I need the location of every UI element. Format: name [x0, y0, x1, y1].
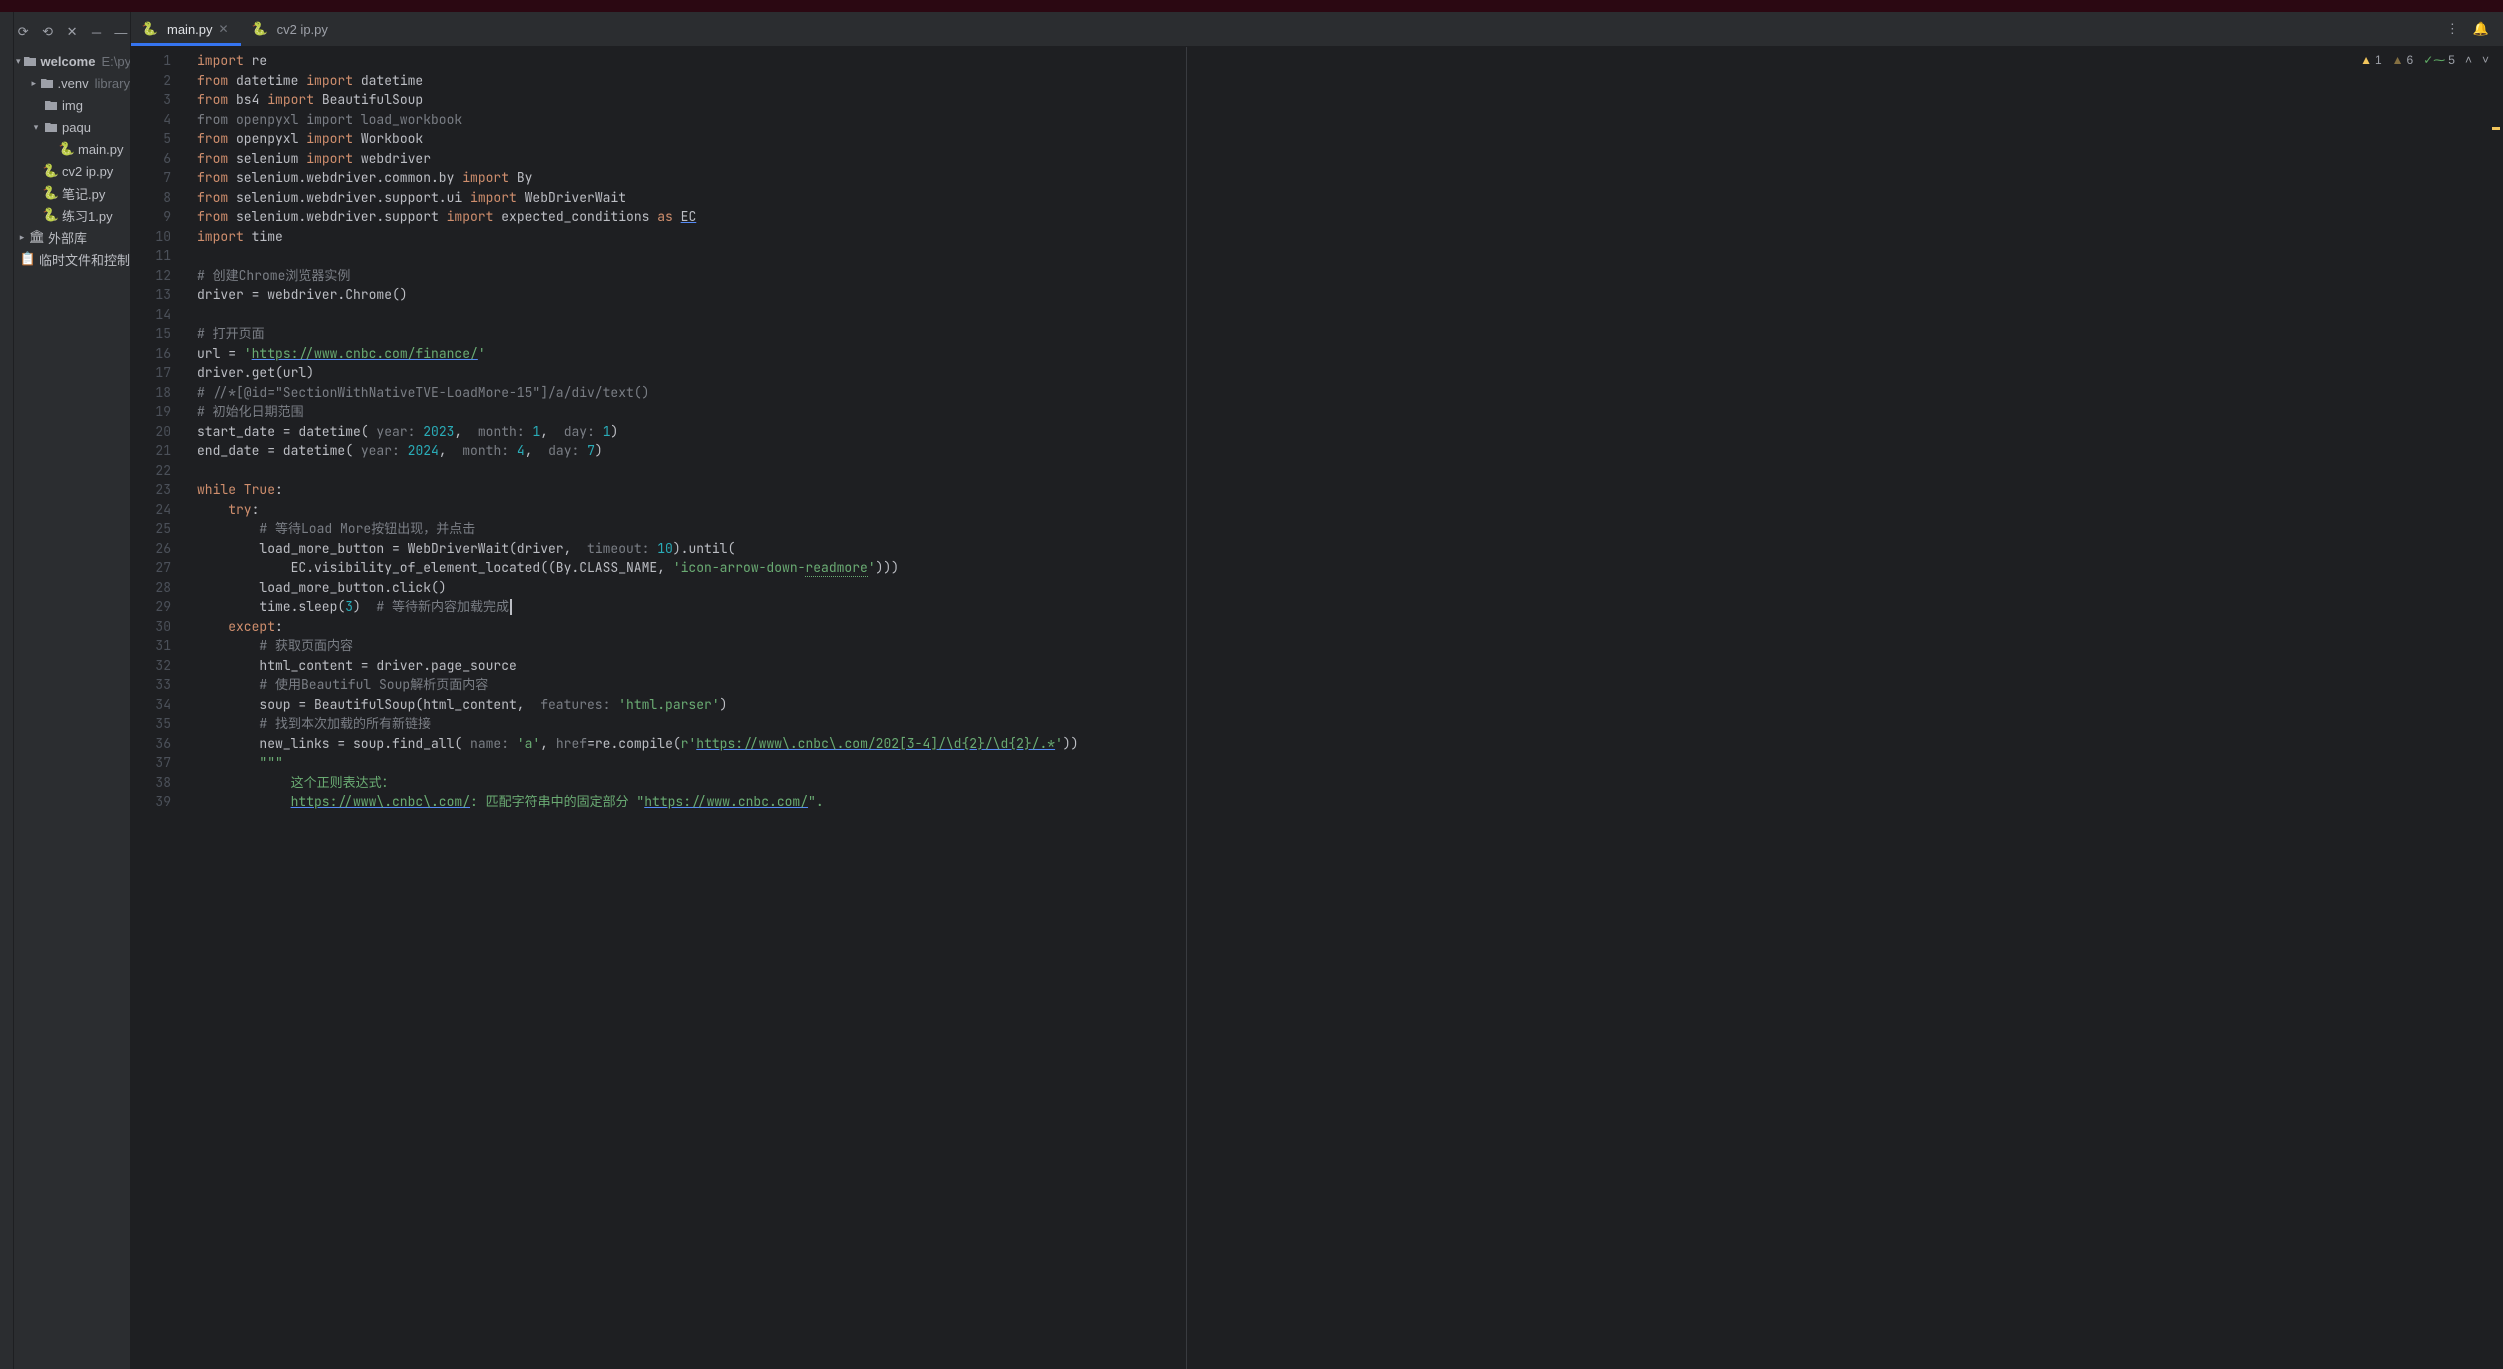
folder-icon: [40, 76, 54, 90]
chevron-up-icon[interactable]: ˄: [2465, 53, 2472, 67]
typo-count: 5: [2448, 53, 2455, 67]
minimize-icon[interactable]: —: [114, 24, 128, 40]
scratch-icon: 📋: [21, 252, 35, 266]
line-number-gutter: 1234567891011121314151617181920212223242…: [131, 47, 189, 1369]
chevron-right-icon[interactable]: ▸: [16, 231, 28, 243]
tree-paqu[interactable]: ▾ paqu: [14, 116, 130, 138]
tree-item-label: main.py: [78, 142, 124, 157]
python-file-icon: 🐍: [253, 22, 267, 36]
tree-cv2ip[interactable]: 🐍 cv2 ip.py: [14, 160, 130, 182]
sync-icon[interactable]: ⟳: [16, 24, 30, 40]
chevron-spacer: [30, 165, 42, 177]
library-icon: 🏛: [30, 230, 44, 244]
tree-item-label: 笔记.py: [62, 184, 105, 203]
tree-external-libs[interactable]: ▸ 🏛 外部库: [14, 226, 130, 248]
chevron-spacer: [30, 209, 42, 221]
python-file-icon: 🐍: [44, 208, 58, 222]
tree-notes[interactable]: 🐍 笔记.py: [14, 182, 130, 204]
tab-label: cv2 ip.py: [277, 22, 328, 37]
tree-practice[interactable]: 🐍 练习1.py: [14, 204, 130, 226]
tab-label: main.py: [167, 22, 213, 37]
tree-scratches[interactable]: 📋 临时文件和控制: [14, 248, 130, 270]
chevron-spacer: [30, 187, 42, 199]
close-icon[interactable]: ✕: [65, 24, 79, 40]
tree-hint: library: [95, 76, 130, 91]
project-root-label: welcome: [41, 54, 96, 69]
check-icon: ✓⁓: [2423, 53, 2445, 67]
warning-count: 1: [2375, 53, 2382, 67]
notifications-icon[interactable]: 🔔: [2473, 21, 2489, 37]
python-file-icon: 🐍: [143, 22, 157, 36]
window-title-bar: [0, 0, 2503, 12]
tree-item-label: cv2 ip.py: [62, 164, 113, 179]
tool-window-stripe[interactable]: [0, 12, 14, 1369]
python-file-icon: 🐍: [44, 164, 58, 178]
tree-item-label: .venv: [58, 76, 89, 91]
weak-warning-icon: ▲: [2392, 53, 2404, 67]
editor-area: 🐍 main.py ✕ 🐍 cv2 ip.py ⋮ 🔔 123456789101…: [131, 12, 2503, 1369]
tree-item-label: 练习1.py: [62, 206, 113, 225]
code-editor[interactable]: 1234567891011121314151617181920212223242…: [131, 47, 2503, 1369]
tab-cv2-ip[interactable]: 🐍 cv2 ip.py: [241, 12, 340, 46]
collapse-icon[interactable]: ─: [89, 24, 103, 40]
tree-img[interactable]: img: [14, 94, 130, 116]
chevron-down-icon[interactable]: ˅: [2482, 53, 2489, 67]
python-file-icon: 🐍: [44, 186, 58, 200]
editor-tab-bar: 🐍 main.py ✕ 🐍 cv2 ip.py ⋮ 🔔: [131, 12, 2503, 47]
chevron-down-icon[interactable]: ▾: [30, 121, 42, 133]
chevron-spacer: [46, 143, 58, 155]
inspection-widget[interactable]: ▲ 1 ▲ 6 ✓⁓ 5 ˄ ˅: [2360, 53, 2489, 67]
tab-main-py[interactable]: 🐍 main.py ✕: [131, 12, 241, 46]
project-root-path: E:\py: [101, 54, 131, 69]
typo-badge[interactable]: ✓⁓ 5: [2423, 53, 2455, 67]
tree-item-label: 临时文件和控制: [39, 250, 130, 269]
sidebar-toolbar: ⟳ ⟲ ✕ ─ —: [14, 16, 130, 50]
tree-main-py[interactable]: 🐍 main.py: [14, 138, 130, 160]
folder-icon: [44, 98, 58, 112]
chevron-down-icon[interactable]: ▾: [16, 55, 21, 67]
warning-badge[interactable]: ▲ 1: [2360, 53, 2382, 67]
close-icon[interactable]: ✕: [219, 22, 229, 36]
minimap-marker[interactable]: [2492, 127, 2500, 130]
tree-venv[interactable]: ▸ .venv library: [14, 72, 130, 94]
code-content[interactable]: import refrom datetime import datetimefr…: [189, 47, 2503, 1369]
tree-item-label: img: [62, 98, 83, 113]
tree-item-label: 外部库: [48, 228, 87, 247]
folder-icon: [44, 120, 58, 134]
more-icon[interactable]: ⋮: [2446, 21, 2459, 37]
python-file-icon: 🐍: [60, 142, 74, 156]
warning-icon: ▲: [2360, 53, 2372, 67]
chevron-right-icon[interactable]: ▸: [30, 77, 38, 89]
chevron-spacer: [16, 253, 19, 265]
refresh-icon[interactable]: ⟲: [40, 24, 54, 40]
right-margin-line: [1186, 47, 1187, 1369]
project-tree[interactable]: ▾ welcome E:\py ▸ .venv library img ▾ pa…: [14, 50, 130, 270]
folder-icon: [23, 54, 37, 68]
tree-item-label: paqu: [62, 120, 91, 135]
weak-warning-count: 6: [2407, 53, 2414, 67]
project-sidebar: ⟳ ⟲ ✕ ─ — ▾ welcome E:\py ▸ .venv librar…: [14, 12, 131, 1369]
chevron-spacer: [30, 99, 42, 111]
tree-root[interactable]: ▾ welcome E:\py: [14, 50, 130, 72]
weak-warning-badge[interactable]: ▲ 6: [2392, 53, 2414, 67]
